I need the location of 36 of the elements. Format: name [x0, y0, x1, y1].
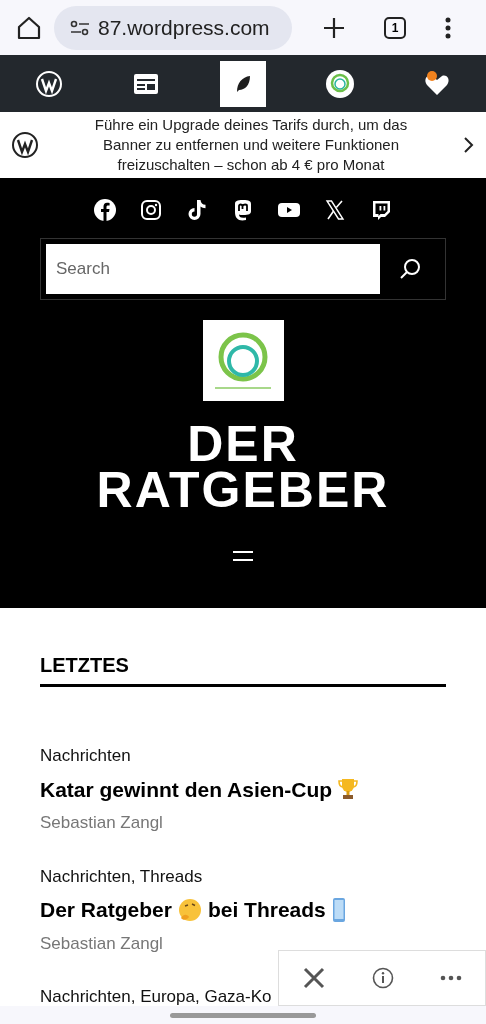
- home-icon[interactable]: [16, 14, 42, 41]
- newspaper-icon: [133, 73, 158, 94]
- post-categories[interactable]: Nachrichten, Threads: [40, 863, 203, 889]
- menu-icon[interactable]: [232, 549, 254, 563]
- facebook-icon[interactable]: [93, 198, 117, 222]
- phone-icon: [331, 896, 346, 923]
- info-icon[interactable]: [372, 967, 394, 989]
- post-author[interactable]: Sebastian Zangl: [40, 810, 446, 836]
- tab-count-button[interactable]: 1: [384, 16, 406, 39]
- post-author[interactable]: Sebastian Zangl: [40, 930, 446, 956]
- ring-logo-icon: [325, 68, 356, 99]
- wordpress-icon: [12, 132, 38, 158]
- search-icon: [399, 258, 421, 280]
- address-bar[interactable]: 87.wordpress.com: [54, 5, 292, 50]
- wordpress-icon: [35, 70, 62, 97]
- post-title[interactable]: Der Ratgeber: [40, 894, 172, 926]
- home-indicator[interactable]: [170, 1012, 316, 1018]
- post-title[interactable]: bei Threads: [207, 894, 326, 926]
- trophy-icon: [338, 778, 359, 801]
- instagram-icon[interactable]: [139, 198, 163, 222]
- site-title[interactable]: DER RATGEBER: [96, 421, 390, 513]
- arrow-right-icon[interactable]: [464, 136, 474, 154]
- x-logo-icon[interactable]: [323, 198, 347, 222]
- post-title[interactable]: Katar gewinnt den Asien-Cup: [40, 773, 333, 805]
- post-categories[interactable]: Nachrichten, Europa, Gaza-Ko: [40, 984, 272, 1010]
- more-icon[interactable]: [440, 975, 462, 981]
- admin-bar-button[interactable]: [219, 60, 266, 107]
- banner-text: Führe ein Upgrade deines Tarifs durch, um das Banner zu entfernen und weitere Funktionen freizuschalten – schon ab 4 € pro Monat: [93, 115, 409, 175]
- post-categories[interactable]: Nachrichten: [40, 743, 131, 769]
- url-text: 87.wordpress.com: [98, 14, 270, 41]
- search-field[interactable]: Search: [46, 244, 380, 294]
- more-icon[interactable]: [444, 16, 451, 39]
- thinking-emoji-icon: [177, 897, 202, 922]
- section-heading: LETZTES: [40, 650, 446, 687]
- site-settings-icon[interactable]: [70, 19, 90, 36]
- new-tab-icon[interactable]: [323, 16, 346, 39]
